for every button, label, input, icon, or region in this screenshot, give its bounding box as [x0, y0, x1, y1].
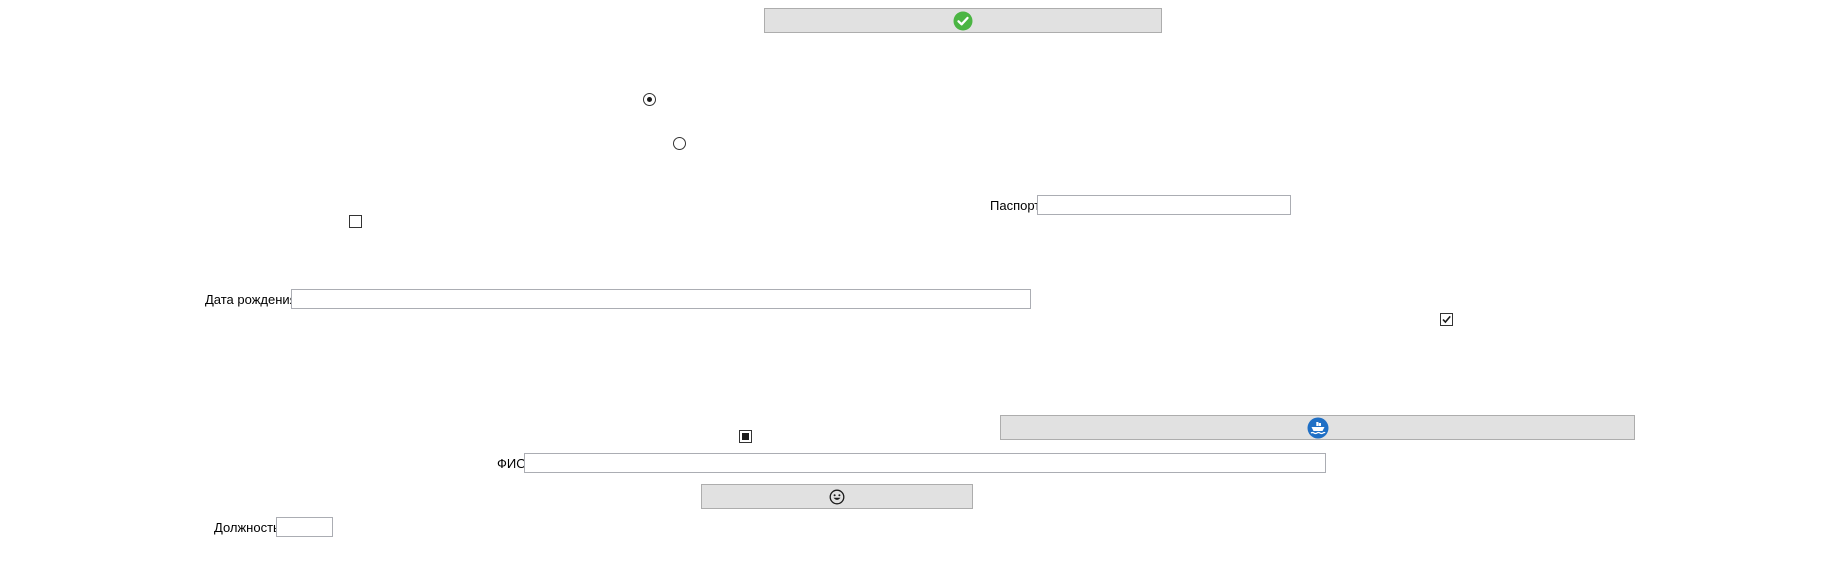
ship-button[interactable]	[1000, 415, 1635, 440]
radio-option-1[interactable]	[643, 93, 656, 106]
confirm-button[interactable]	[764, 8, 1162, 33]
radio-selected-dot	[647, 97, 652, 102]
smiley-icon	[829, 489, 845, 505]
checkbox-1[interactable]	[349, 215, 362, 228]
checkbox-3[interactable]	[739, 430, 752, 443]
position-label: Должность	[214, 520, 280, 535]
check-circle-icon	[953, 11, 973, 31]
birthdate-field[interactable]	[291, 289, 1031, 309]
fullname-field[interactable]	[524, 453, 1326, 473]
passport-label: Паспорт	[990, 198, 1041, 213]
indeterminate-mark	[742, 433, 749, 440]
ship-icon	[1307, 417, 1329, 439]
smiley-button[interactable]	[701, 484, 973, 509]
checkbox-2[interactable]	[1440, 313, 1453, 326]
radio-option-2[interactable]	[673, 137, 686, 150]
birthdate-label: Дата рождения	[205, 292, 297, 307]
checkmark-icon	[1442, 315, 1451, 324]
fullname-label: ФИО	[497, 456, 527, 471]
passport-field[interactable]	[1037, 195, 1291, 215]
position-field[interactable]	[276, 517, 333, 537]
